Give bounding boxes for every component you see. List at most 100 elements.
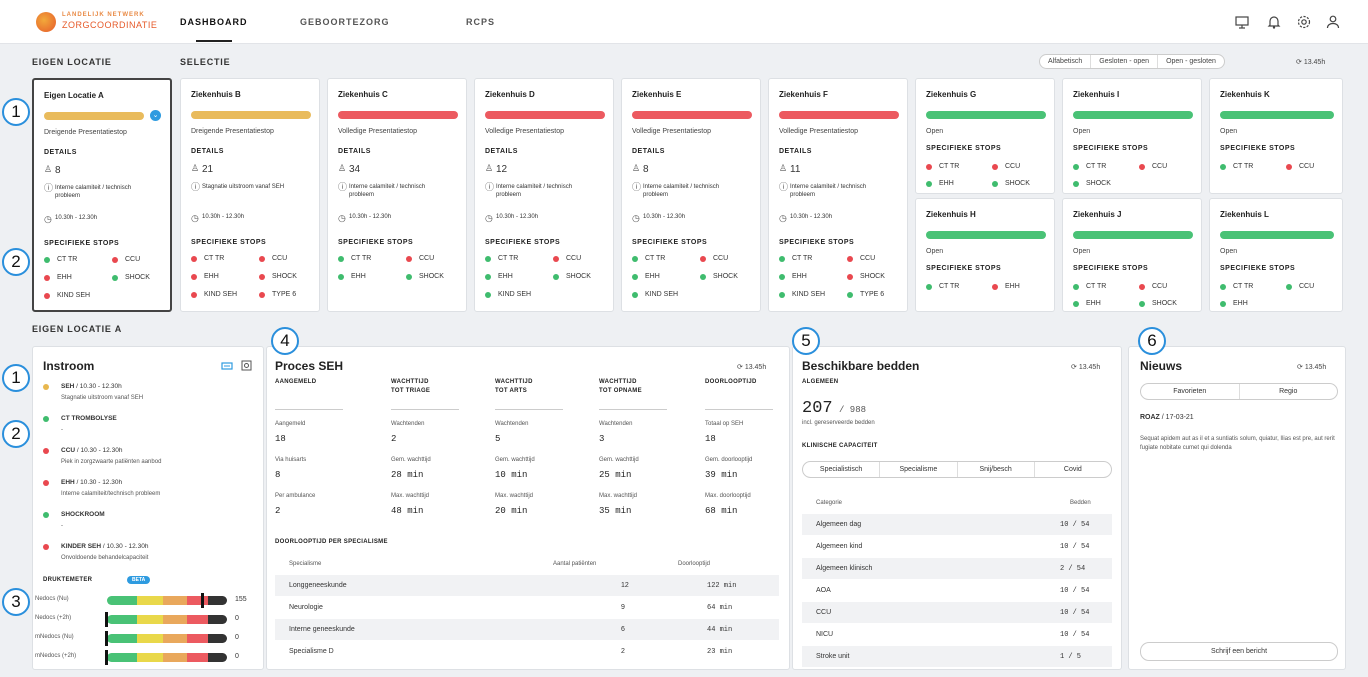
sort-open-gesloten[interactable]: Open - gesloten [1158, 55, 1224, 68]
row-specialisme: Interne geneeskunde [289, 626, 355, 633]
monitor-icon[interactable] [1234, 14, 1250, 30]
proces-col-subheading: TOT OPNAME [599, 388, 642, 394]
stop-label: CCU [1299, 163, 1315, 170]
hospital-card[interactable]: Ziekenhuis B Dreigende Presentatiestop DET… [180, 78, 320, 312]
meter-segment [207, 634, 227, 643]
time-row: ◷ 10.30h - 12.30h [485, 214, 538, 223]
table-row[interactable]: Stroke unit 1 / 5 [802, 646, 1112, 667]
stop-item: EHH [485, 273, 513, 280]
table-row[interactable]: Interne geneeskunde 6 44 min [275, 619, 779, 640]
table-row[interactable]: AOA 10 / 54 [802, 580, 1112, 601]
edit-icon[interactable] [221, 361, 233, 371]
tab-rcps[interactable]: RCPS [466, 17, 495, 27]
table-row[interactable]: Neurologie 9 64 min [275, 597, 779, 618]
meter-segment [137, 596, 164, 605]
table-row[interactable]: Longgeneeskunde 12 122 min [275, 575, 779, 596]
proces-metric-label: Max. wachttijd [599, 493, 638, 499]
instroom-item[interactable]: CT TROMBOLYSE [61, 415, 117, 422]
stop-item: SHOCK [112, 274, 150, 281]
tab-covid[interactable]: Covid [1035, 462, 1111, 477]
details-label: DETAILS [485, 148, 518, 155]
tab-dashboard[interactable]: DASHBOARD [180, 17, 248, 27]
gear-icon[interactable] [1296, 14, 1312, 30]
stop-item: CT TR [1220, 283, 1253, 290]
status-dot [112, 274, 118, 281]
details-label: DETAILS [44, 149, 77, 156]
hospital-card[interactable]: Ziekenhuis G Open SPECIFIEKE STOPS CT TR CCU… [915, 78, 1055, 194]
instroom-item-name: KINDER SEH [61, 543, 102, 550]
table-row[interactable]: CCU 10 / 54 [802, 602, 1112, 623]
proces-metric-value: 18 [275, 434, 286, 444]
status-dot [779, 255, 785, 262]
row-bedden: 1 / 5 [1060, 653, 1082, 661]
news-date: / 17-03-21 [1159, 414, 1194, 421]
status-dot [847, 273, 853, 280]
hospital-card[interactable]: Ziekenhuis I Open SPECIFIEKE STOPS CT TR CCU… [1062, 78, 1202, 194]
stop-item: CCU [1139, 283, 1167, 290]
write-message-button[interactable]: Schrijf een bericht [1140, 642, 1338, 661]
instroom-item-time: / 10.30 - 12.30h [75, 447, 123, 454]
table-row[interactable]: Algemeen klinisch 2 / 54 [802, 558, 1112, 579]
person-icon: ♙ [485, 163, 494, 173]
nieuws-refresh[interactable]: ⟳ 13.45h [1297, 363, 1326, 371]
news-source: ROAZ [1140, 414, 1160, 421]
instroom-item[interactable]: KINDER SEH / 10.30 - 12.30h [61, 543, 148, 550]
hospital-card[interactable]: Ziekenhuis H Open SPECIFIEKE STOPS CT TR EHH [915, 198, 1055, 312]
instroom-item-desc: - [61, 523, 63, 529]
eigen-locatie-a-heading: EIGEN LOCATIE A [32, 324, 123, 334]
stop-label: CT TR [792, 255, 813, 262]
news-item-header[interactable]: ROAZ / 17-03-21 [1140, 414, 1194, 421]
info-icon[interactable] [241, 360, 252, 371]
sort-gesloten-open[interactable]: Gesloten - open [1091, 55, 1159, 68]
hospital-card[interactable]: Ziekenhuis C Volledige Presentatiestop DET… [327, 78, 467, 312]
proces-refresh[interactable]: ⟳ 13.45h [737, 363, 766, 371]
tab-geboortezorg[interactable]: GEBOORTEZORG [300, 17, 390, 27]
hospital-card[interactable]: Ziekenhuis K Open SPECIFIEKE STOPS CT TR CCU [1209, 78, 1343, 194]
row-bedden: 10 / 54 [1060, 609, 1090, 617]
hospital-card[interactable]: Ziekenhuis F Volledige Presentatiestop DET… [768, 78, 908, 312]
status-dot [191, 255, 197, 262]
stop-label: EHH [57, 274, 72, 281]
chevron-down-icon[interactable]: ⌄ [150, 110, 161, 121]
proces-col-heading: WACHTTIJD [391, 379, 429, 385]
patient-count-row: ♙ 34 [338, 164, 360, 176]
patient-count-row: ♙ 8 [44, 165, 61, 177]
table-row[interactable]: Algemeen dag 10 / 54 [802, 514, 1112, 535]
reason-text: Interne calamiteit / technisch probleem [643, 184, 720, 198]
bell-icon[interactable] [1266, 14, 1282, 30]
clock-icon: ◷ [191, 213, 199, 223]
sort-alfabetisch[interactable]: Alfabetisch [1040, 55, 1092, 68]
status-dot [926, 163, 932, 170]
stop-label: SHOCK [1005, 180, 1030, 187]
hospital-card[interactable]: Eigen Locatie A ⌄ Dreigende Presentatiesto… [32, 78, 172, 312]
tab-favorieten[interactable]: Favorieten [1141, 384, 1240, 399]
user-icon[interactable] [1325, 14, 1341, 30]
hospital-card[interactable]: Ziekenhuis E Volledige Presentatiestop DET… [621, 78, 761, 312]
time-text: 10.30h - 12.30h [496, 214, 539, 220]
instroom-item[interactable]: CCU / 10.30 - 12.30h [61, 447, 122, 454]
instroom-item-desc: Onvoldoende behandelcapaciteit [61, 555, 149, 561]
instroom-item[interactable]: EHH / 10.30 - 12.30h [61, 479, 122, 486]
hospital-card[interactable]: Ziekenhuis D Volledige Presentatiestop DET… [474, 78, 614, 312]
instroom-item[interactable]: SHOCKROOM [61, 511, 105, 518]
time-text: 10.30h - 12.30h [349, 214, 392, 220]
proces-metric-value: 28 min [391, 470, 424, 480]
instroom-item[interactable]: SEH / 10.30 - 12.30h [61, 383, 122, 390]
logo[interactable]: LANDELIJK NETWERK ZORGCOORDINATIE [36, 10, 157, 34]
tab-snij-besch[interactable]: Snij/besch [958, 462, 1035, 477]
row-aantal: 2 [621, 648, 625, 655]
bedden-panel: Beschikbare bedden ⟳ 13.45h ALGEMEEN 207… [792, 346, 1122, 670]
table-row[interactable]: Specialisme D 2 23 min [275, 641, 779, 662]
refresh-indicator[interactable]: ⟳ 13.45h [1296, 58, 1325, 66]
table-row[interactable]: NICU 10 / 54 [802, 624, 1112, 645]
tab-specialistisch[interactable]: Specialistisch [803, 462, 881, 477]
table-row[interactable]: Algemeen kind 10 / 54 [802, 536, 1112, 557]
hospital-card[interactable]: Ziekenhuis J Open SPECIFIEKE STOPS CT TR CCU… [1062, 198, 1202, 312]
tab-specialisme[interactable]: Specialisme [880, 462, 958, 477]
tab-regio[interactable]: Regio [1240, 384, 1338, 399]
stop-label: SHOCK [272, 273, 297, 280]
hospital-card[interactable]: Ziekenhuis L Open SPECIFIEKE STOPS CT TR CCU… [1209, 198, 1343, 312]
bedden-refresh[interactable]: ⟳ 13.45h [1071, 363, 1100, 371]
stop-item: SHOCK [847, 273, 885, 280]
meter-segment [163, 596, 188, 605]
